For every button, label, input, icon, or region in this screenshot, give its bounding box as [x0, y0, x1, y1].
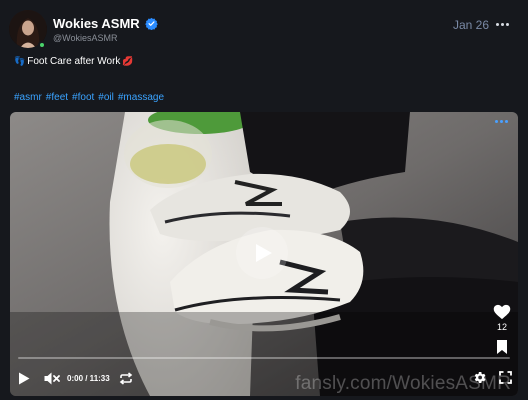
kiss-emoji: 💋	[122, 56, 134, 66]
video-player[interactable]: 12 0:00 / 11:33 fansly.com/WokiesASMR	[10, 112, 518, 396]
gear-icon	[474, 372, 486, 383]
caption-text: Foot Care after Work	[27, 56, 121, 67]
post-card: Wokies ASMR @WokiesASMR Jan 26 👣 Foot Ca…	[0, 0, 528, 400]
likes-count: 12	[496, 322, 507, 332]
video-time: 0:00 / 11:33	[67, 373, 110, 383]
play-icon	[19, 372, 30, 384]
video-side-actions: 12	[490, 304, 514, 355]
hashtag-list: #asmr #feet #foot #oil #massage	[14, 92, 164, 103]
heart-icon[interactable]	[493, 304, 511, 320]
video-controls-right	[472, 370, 512, 385]
author-handle[interactable]: @WokiesASMR	[53, 33, 117, 43]
online-status-dot	[38, 41, 46, 49]
mute-button[interactable]	[44, 372, 60, 385]
play-button[interactable]	[18, 372, 30, 385]
hashtag-link[interactable]: #foot	[72, 92, 94, 103]
verified-badge-icon	[144, 17, 158, 30]
volume-muted-icon	[44, 372, 60, 384]
footprints-emoji: 👣	[14, 56, 26, 66]
author-row: Wokies ASMR	[53, 16, 158, 31]
more-horizontal-icon	[495, 120, 508, 123]
center-play-button[interactable]	[236, 227, 288, 279]
hashtag-link[interactable]: #massage	[118, 92, 164, 103]
more-horizontal-icon	[495, 22, 509, 26]
play-icon	[255, 244, 272, 262]
post-more-button[interactable]	[494, 16, 510, 32]
hashtag-link[interactable]: #feet	[46, 92, 68, 103]
author-name[interactable]: Wokies ASMR	[53, 16, 140, 31]
fullscreen-icon	[499, 371, 512, 384]
loop-icon	[119, 371, 132, 385]
hashtag-link[interactable]: #oil	[98, 92, 114, 103]
hashtag-link[interactable]: #asmr	[14, 92, 42, 103]
post-date[interactable]: Jan 26	[453, 18, 489, 32]
video-progress-bar[interactable]	[18, 357, 510, 359]
bookmark-icon[interactable]	[496, 339, 508, 355]
settings-button[interactable]	[472, 370, 487, 385]
loop-button[interactable]	[119, 371, 133, 385]
fullscreen-button[interactable]	[499, 371, 512, 384]
post-caption: 👣 Foot Care after Work 💋	[14, 56, 134, 67]
video-more-button[interactable]	[495, 120, 508, 123]
